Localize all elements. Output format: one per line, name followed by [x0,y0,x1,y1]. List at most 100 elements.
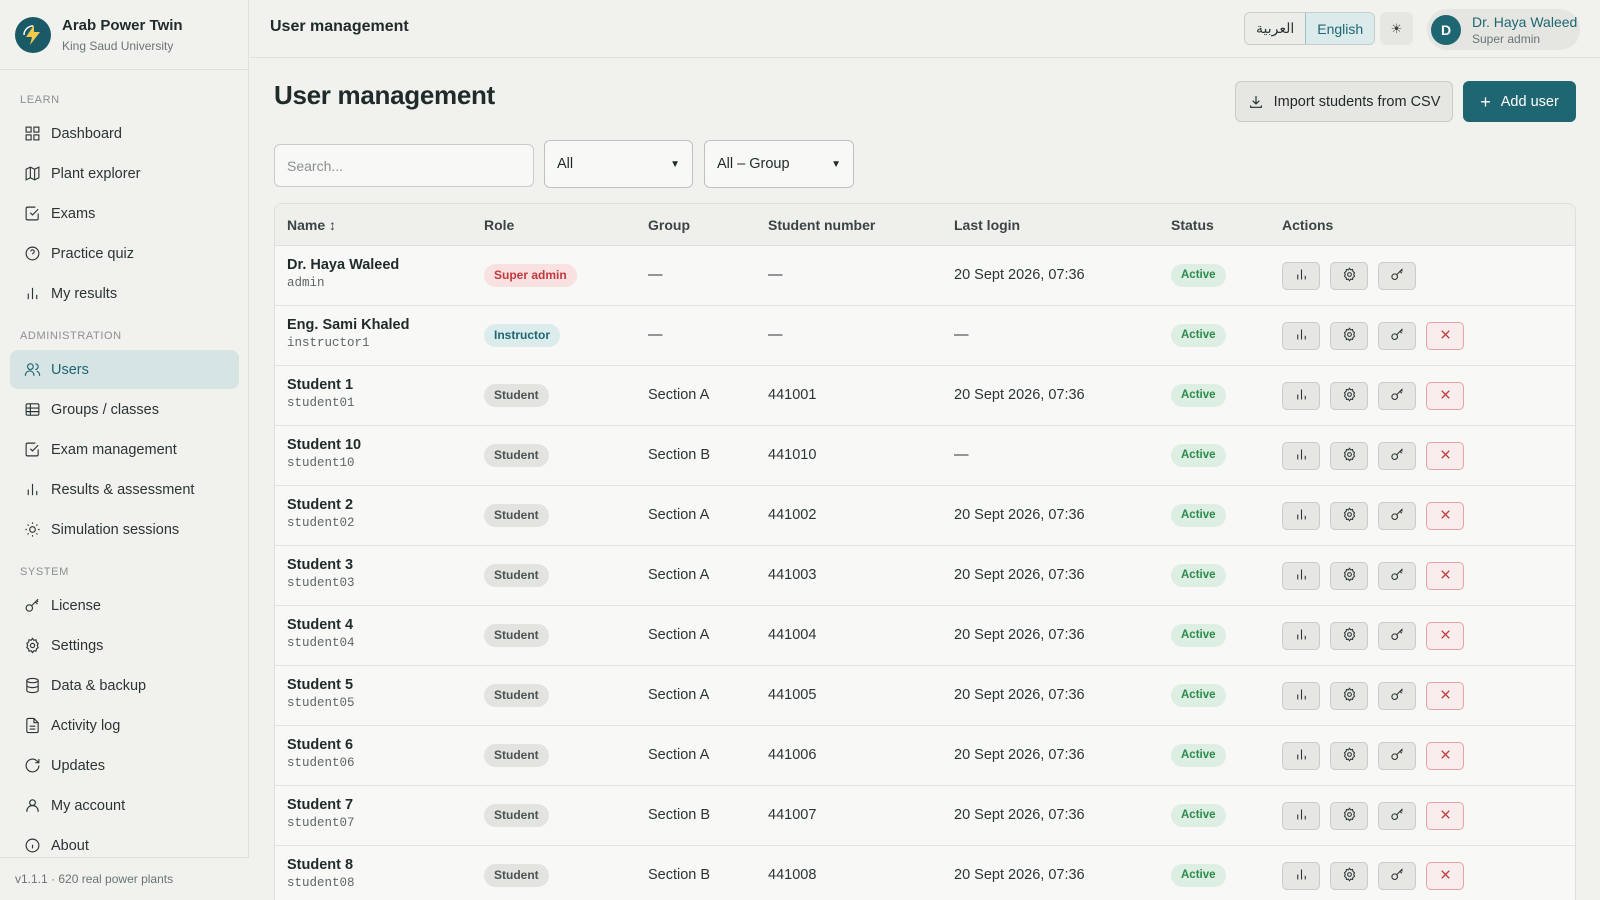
sidebar-item-dashboard[interactable]: Dashboard [10,114,239,153]
header-name[interactable]: Name ↕ [287,217,336,233]
role-badge: Student [484,624,549,647]
reset-password-button[interactable] [1378,322,1416,350]
group-filter-select[interactable]: All – Group ▼ [704,140,854,188]
gear-icon [1342,687,1357,705]
lang-english-button[interactable]: English [1305,13,1375,44]
view-results-button[interactable] [1282,622,1320,650]
edit-settings-button[interactable] [1330,502,1368,530]
sidebar-item-results-assessment[interactable]: Results & assessment [10,470,239,509]
theme-toggle-button[interactable]: ☀ [1380,12,1413,45]
key-icon [1390,267,1405,285]
view-results-button[interactable] [1282,502,1320,530]
reset-password-button[interactable] [1378,622,1416,650]
user-menu[interactable]: D Dr. Haya Waleed Super admin [1427,9,1580,50]
gear-icon [23,637,41,655]
sidebar-item-data-backup[interactable]: Data & backup [10,666,239,705]
delete-user-button[interactable] [1426,742,1464,770]
user-name-cell[interactable]: Student 4 [287,617,355,633]
reset-password-button[interactable] [1378,382,1416,410]
sidebar-item-activity-log[interactable]: Activity log [10,706,239,745]
sidebar-item-license[interactable]: License [10,586,239,625]
gear-icon [1342,747,1357,765]
reset-password-button[interactable] [1378,742,1416,770]
edit-settings-button[interactable] [1330,262,1368,290]
sidebar-item-updates[interactable]: Updates [10,746,239,785]
user-name-cell[interactable]: Eng. Sami Khaled [287,317,409,333]
sidebar-item-groups-classes[interactable]: Groups / classes [10,390,239,429]
sidebar-item-exams[interactable]: Exams [10,194,239,233]
user-name-cell[interactable]: Dr. Haya Waleed [287,257,399,273]
view-results-button[interactable] [1282,262,1320,290]
sun-icon: ☀ [1390,20,1403,36]
role-badge: Student [484,684,549,707]
status-badge: Active [1171,324,1226,347]
edit-settings-button[interactable] [1330,562,1368,590]
user-name-cell[interactable]: Student 10 [287,437,361,453]
edit-settings-button[interactable] [1330,622,1368,650]
reset-password-button[interactable] [1378,502,1416,530]
user-name-cell[interactable]: Student 5 [287,677,355,693]
add-user-button[interactable]: + Add user [1463,81,1576,122]
sidebar-item-exam-management[interactable]: Exam management [10,430,239,469]
edit-settings-button[interactable] [1330,322,1368,350]
user-name-cell[interactable]: Student 6 [287,737,355,753]
view-results-button[interactable] [1282,442,1320,470]
sidebar-item-my-account[interactable]: My account [10,786,239,825]
last-login-cell: — [954,327,969,343]
sidebar-item-my-results[interactable]: My results [10,274,239,313]
delete-user-button[interactable] [1426,682,1464,710]
edit-settings-button[interactable] [1330,442,1368,470]
gear-icon [1342,387,1357,405]
edit-settings-button[interactable] [1330,682,1368,710]
edit-settings-button[interactable] [1330,802,1368,830]
delete-user-button[interactable] [1426,382,1464,410]
check-square-icon [23,205,41,223]
user-name-cell[interactable]: Student 7 [287,797,355,813]
view-results-button[interactable] [1282,862,1320,890]
reset-password-button[interactable] [1378,562,1416,590]
view-results-button[interactable] [1282,682,1320,710]
group-cell: Section B [648,447,711,463]
reset-password-button[interactable] [1378,262,1416,290]
sidebar-item-practice-quiz[interactable]: Practice quiz [10,234,239,273]
import-csv-button[interactable]: Import students from CSV [1235,81,1453,122]
student-number-cell: 441004 [768,627,817,643]
table-icon [23,401,41,419]
edit-settings-button[interactable] [1330,382,1368,410]
reset-password-button[interactable] [1378,442,1416,470]
sidebar-item-users[interactable]: Users [10,350,239,389]
user-name-cell[interactable]: Student 3 [287,557,355,573]
view-results-button[interactable] [1282,742,1320,770]
user-name-cell[interactable]: Student 2 [287,497,355,513]
search-input[interactable] [274,144,534,187]
sidebar-item-settings[interactable]: Settings [10,626,239,665]
sidebar-item-plant-explorer[interactable]: Plant explorer [10,154,239,193]
delete-user-button[interactable] [1426,562,1464,590]
user-name-cell[interactable]: Student 8 [287,857,355,873]
lang-arabic-button[interactable]: العربية [1245,13,1306,44]
delete-user-button[interactable] [1426,502,1464,530]
edit-settings-button[interactable] [1330,862,1368,890]
delete-user-button[interactable] [1426,442,1464,470]
language-switch: العربية English [1244,12,1376,45]
sidebar-item-simulation-sessions[interactable]: Simulation sessions [10,510,239,549]
student-number-cell: 441005 [768,687,817,703]
view-results-button[interactable] [1282,322,1320,350]
reset-password-button[interactable] [1378,802,1416,830]
view-results-button[interactable] [1282,802,1320,830]
status-badge: Active [1171,384,1226,407]
delete-user-button[interactable] [1426,322,1464,350]
reset-password-button[interactable] [1378,682,1416,710]
status-badge: Active [1171,504,1226,527]
key-icon [1390,747,1405,765]
delete-user-button[interactable] [1426,862,1464,890]
reset-password-button[interactable] [1378,862,1416,890]
delete-user-button[interactable] [1426,622,1464,650]
role-filter-select[interactable]: All ▼ [544,140,693,188]
gear-icon [1342,867,1357,885]
edit-settings-button[interactable] [1330,742,1368,770]
user-name-cell[interactable]: Student 1 [287,377,355,393]
delete-user-button[interactable] [1426,802,1464,830]
view-results-button[interactable] [1282,382,1320,410]
view-results-button[interactable] [1282,562,1320,590]
